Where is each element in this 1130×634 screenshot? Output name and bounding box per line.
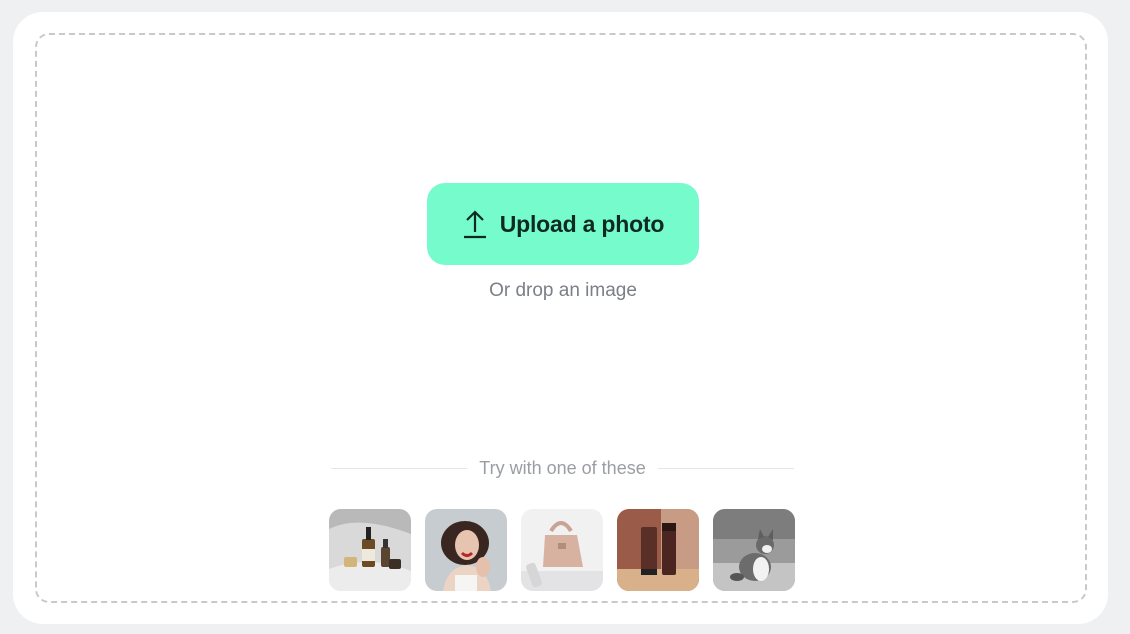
- upload-arrow-icon: [463, 210, 486, 239]
- sample-images: [329, 509, 795, 591]
- image-dropzone[interactable]: Upload a photo Or drop an image Try with…: [35, 33, 1087, 603]
- divider-right: [657, 468, 795, 469]
- upload-photo-label: Upload a photo: [499, 210, 665, 237]
- upload-card: Upload a photo Or drop an image Try with…: [13, 12, 1108, 624]
- divider-left: [331, 468, 468, 469]
- sample-image-portrait[interactable]: [425, 509, 507, 591]
- sample-image-skincare[interactable]: [329, 509, 411, 591]
- upload-photo-button[interactable]: Upload a photo: [427, 183, 699, 265]
- sample-image-kitten[interactable]: [713, 509, 795, 591]
- samples-title: Try with one of these: [479, 458, 646, 478]
- sample-image-cosmetics[interactable]: [617, 509, 699, 591]
- sample-image-handbag[interactable]: [521, 509, 603, 591]
- drop-image-hint: Or drop an image: [489, 280, 637, 301]
- samples-header: Try with one of these: [331, 458, 795, 479]
